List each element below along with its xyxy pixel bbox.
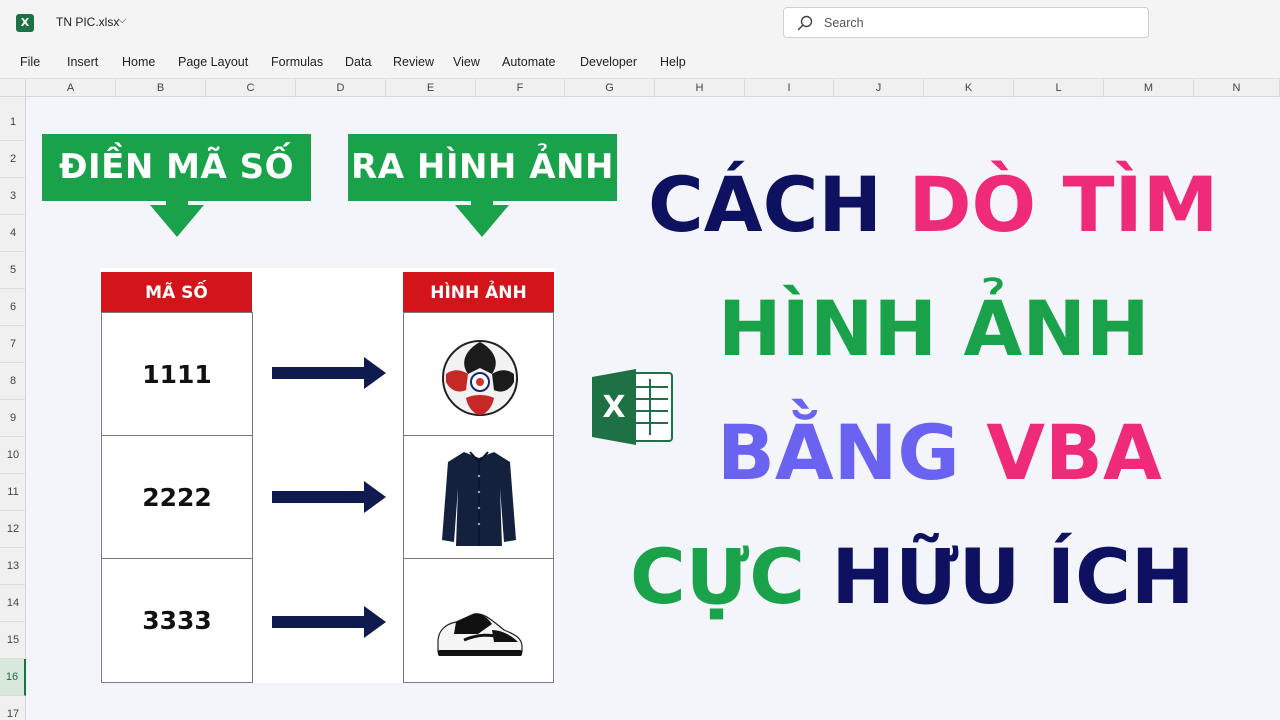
row-header-16[interactable]: 16 bbox=[0, 659, 26, 696]
column-header-f[interactable]: F bbox=[476, 79, 565, 97]
down-arrow-icon bbox=[150, 205, 204, 237]
menu-bar: File Insert Home Page Layout Formulas Da… bbox=[0, 46, 1280, 78]
navy-shirt-image bbox=[442, 451, 516, 546]
header-image: HÌNH ẢNH bbox=[403, 272, 554, 314]
menu-developer[interactable]: Developer bbox=[580, 55, 637, 69]
menu-insert[interactable]: Insert bbox=[67, 55, 98, 69]
row-header-13[interactable]: 13 bbox=[0, 548, 26, 585]
row-header-17[interactable]: 17 bbox=[0, 696, 26, 720]
headline-line-1: CÁCH DÒ TÌM bbox=[648, 160, 1218, 249]
menu-automate[interactable]: Automate bbox=[502, 55, 556, 69]
menu-view[interactable]: View bbox=[453, 55, 480, 69]
search-icon bbox=[797, 15, 813, 31]
headline-word: DÒ TÌM bbox=[908, 160, 1219, 249]
column-header-a[interactable]: A bbox=[26, 79, 116, 97]
soccer-ball-image bbox=[442, 340, 518, 416]
column-header-d[interactable]: D bbox=[296, 79, 386, 97]
headline-line-2: HÌNH ẢNH bbox=[718, 284, 1150, 373]
excel-logo-icon: X bbox=[592, 369, 673, 445]
menu-review[interactable]: Review bbox=[393, 55, 434, 69]
column-header-m[interactable]: M bbox=[1104, 79, 1194, 97]
down-arrow-icon bbox=[455, 205, 509, 237]
menu-formulas[interactable]: Formulas bbox=[271, 55, 323, 69]
header-code: MÃ SỐ bbox=[101, 272, 252, 314]
sneaker-image bbox=[437, 613, 523, 656]
svg-text:X: X bbox=[602, 390, 625, 425]
row-header-2[interactable]: 2 bbox=[0, 141, 26, 178]
menu-home[interactable]: Home bbox=[122, 55, 155, 69]
chevron-down-icon[interactable]: ⌵ bbox=[118, 13, 126, 27]
right-arrow-icon bbox=[272, 481, 386, 513]
row-header-6[interactable]: 6 bbox=[0, 289, 26, 326]
banner-show-image: RA HÌNH ẢNH bbox=[348, 134, 617, 201]
headline-line-3: BẰNG VBA bbox=[717, 408, 1162, 497]
headline-word: CÁCH bbox=[648, 160, 882, 249]
code-value: 1111 bbox=[142, 360, 212, 389]
title-bar: X TN PIC.xlsx ⌵ bbox=[0, 0, 1280, 46]
column-header-n[interactable]: N bbox=[1194, 79, 1280, 97]
search-box[interactable] bbox=[783, 7, 1149, 38]
right-arrow-icon bbox=[272, 357, 386, 389]
row-header-11[interactable]: 11 bbox=[0, 474, 26, 511]
row-header-5[interactable]: 5 bbox=[0, 252, 26, 289]
select-all-corner[interactable] bbox=[0, 79, 26, 97]
row-header-12[interactable]: 12 bbox=[0, 511, 26, 548]
column-header-b[interactable]: B bbox=[116, 79, 206, 97]
column-header-j[interactable]: J bbox=[834, 79, 924, 97]
headline-word: VBA bbox=[986, 408, 1162, 497]
headline-word: HỮU ÍCH bbox=[831, 532, 1195, 621]
column-header-i[interactable]: I bbox=[745, 79, 834, 97]
menu-file[interactable]: File bbox=[20, 55, 40, 69]
column-header-c[interactable]: C bbox=[206, 79, 296, 97]
headline-line-4: CỰC HỮU ÍCH bbox=[630, 532, 1194, 621]
excel-app-icon[interactable]: X bbox=[16, 14, 34, 32]
column-header-bar: A B C D E F G H I J K L M N bbox=[0, 78, 1280, 97]
headline-word: HÌNH ẢNH bbox=[718, 284, 1150, 373]
column-header-l[interactable]: L bbox=[1014, 79, 1104, 97]
headline-word: BẰNG bbox=[717, 408, 960, 497]
row-header-15[interactable]: 15 bbox=[0, 622, 26, 659]
row-header-10[interactable]: 10 bbox=[0, 437, 26, 474]
code-value: 3333 bbox=[142, 606, 212, 635]
column-header-e[interactable]: E bbox=[386, 79, 476, 97]
row-header-4[interactable]: 4 bbox=[0, 215, 26, 252]
file-name[interactable]: TN PIC.xlsx bbox=[56, 15, 119, 29]
row-header-7[interactable]: 7 bbox=[0, 326, 26, 363]
column-header-g[interactable]: G bbox=[565, 79, 655, 97]
code-value: 2222 bbox=[142, 483, 212, 512]
row-header-bar: 1 2 3 4 5 6 7 8 9 10 11 12 13 14 15 16 1… bbox=[0, 97, 26, 720]
column-header-h[interactable]: H bbox=[655, 79, 745, 97]
menu-data[interactable]: Data bbox=[345, 55, 371, 69]
menu-help[interactable]: Help bbox=[660, 55, 686, 69]
row-header-9[interactable]: 9 bbox=[0, 400, 26, 437]
column-header-k[interactable]: K bbox=[924, 79, 1014, 97]
menu-page-layout[interactable]: Page Layout bbox=[178, 55, 248, 69]
right-arrow-icon bbox=[272, 606, 386, 638]
headline-word: CỰC bbox=[630, 532, 806, 621]
search-input[interactable] bbox=[824, 14, 1124, 32]
row-header-3[interactable]: 3 bbox=[0, 178, 26, 215]
row-header-1[interactable]: 1 bbox=[0, 104, 26, 141]
row-header-8[interactable]: 8 bbox=[0, 363, 26, 400]
row-header-14[interactable]: 14 bbox=[0, 585, 26, 622]
banner-enter-code: ĐIỀN MÃ SỐ bbox=[42, 134, 311, 201]
